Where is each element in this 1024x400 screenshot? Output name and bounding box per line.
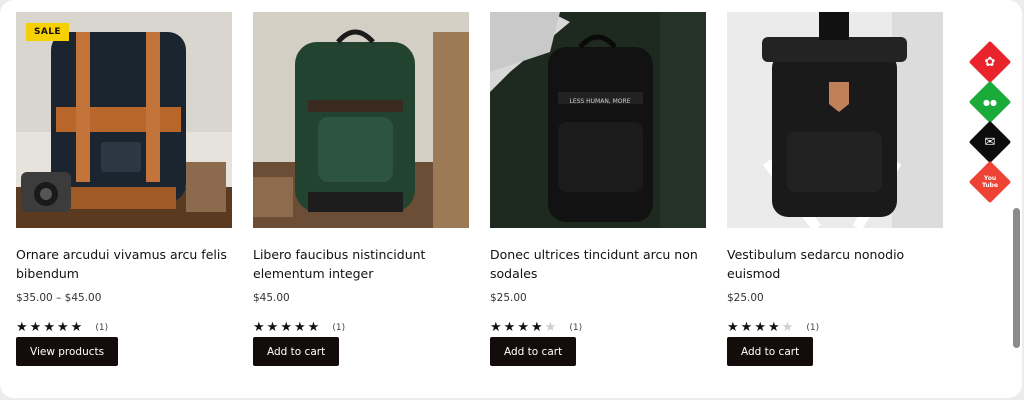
add-to-cart-button[interactable]: Add to cart (490, 337, 577, 366)
star-empty-icon: ★ (781, 320, 794, 335)
rating-count: (1) (332, 323, 346, 333)
star-icon: ★ (56, 320, 69, 335)
product-title[interactable]: Vestibulum sedarcu nonodio euismod (727, 245, 943, 283)
star-rating: ★ ★ ★ ★ ★ (1) (727, 316, 820, 335)
product-price: $35.00 – $45.00 (16, 292, 102, 304)
star-icon: ★ (503, 320, 516, 335)
view-products-button[interactable]: View products (16, 337, 119, 366)
product-card: LESS HUMAN, MORE Donec ultrices tincidun… (490, 12, 706, 366)
product-grid-panel: SALE Ornare arcudui vivamus arcu felis b… (0, 0, 1022, 398)
product-price: $25.00 (727, 292, 764, 304)
star-icon: ★ (307, 320, 320, 335)
star-icon: ★ (43, 320, 55, 335)
star-empty-icon: ★ (544, 320, 557, 335)
backpack-photo (727, 12, 943, 228)
star-icon: ★ (266, 320, 279, 335)
add-to-cart-button[interactable]: Add to cart (727, 337, 814, 366)
product-price: $25.00 (490, 292, 527, 304)
product-image[interactable]: SALE (16, 12, 232, 228)
settings-share-button[interactable]: ✿ (968, 40, 1012, 84)
product-image[interactable] (253, 12, 469, 228)
product-image[interactable] (727, 12, 943, 228)
rating-count: (1) (806, 323, 820, 333)
backpack-photo (253, 12, 469, 228)
star-rating: ★ ★ ★ ★ ★ (1) (253, 316, 346, 335)
product-card: SALE Ornare arcudui vivamus arcu felis b… (16, 12, 232, 366)
star-icon: ★ (70, 320, 83, 335)
scrollbar-thumb[interactable] (1013, 208, 1020, 348)
sale-badge: SALE (26, 23, 69, 41)
star-icon: ★ (490, 320, 502, 335)
email-icon: ✉ (984, 134, 996, 150)
star-icon: ★ (517, 320, 529, 335)
backpack-photo (16, 12, 232, 228)
rating-count: (1) (569, 323, 583, 333)
star-icon: ★ (29, 320, 42, 335)
star-rating: ★ ★ ★ ★ ★ (1) (490, 316, 583, 335)
wechat-share-button[interactable]: ●● (968, 80, 1012, 124)
rating-count: (1) (95, 323, 109, 333)
backpack-photo: LESS HUMAN, MORE (490, 12, 706, 228)
wechat-icon: ●● (983, 97, 997, 107)
star-icon: ★ (253, 320, 265, 335)
product-card: Libero faucibus nistincidunt elementum i… (253, 12, 469, 366)
product-card: Vestibulum sedarcu nonodio euismod $25.0… (727, 12, 943, 366)
product-image[interactable]: LESS HUMAN, MORE (490, 12, 706, 228)
star-icon: ★ (767, 320, 780, 335)
star-icon: ★ (293, 320, 306, 335)
star-icon: ★ (740, 320, 753, 335)
star-icon: ★ (727, 320, 739, 335)
youtube-icon: You Tube (981, 175, 999, 189)
star-icon: ★ (280, 320, 292, 335)
star-icon: ★ (754, 320, 766, 335)
product-title[interactable]: Libero faucibus nistincidunt elementum i… (253, 245, 469, 283)
star-rating: ★ ★ ★ ★ ★ (1) (16, 316, 109, 335)
product-price: $45.00 (253, 292, 290, 304)
settings-icon: ✿ (984, 54, 996, 70)
youtube-share-button[interactable]: You Tube (968, 160, 1012, 204)
product-title[interactable]: Donec ultrices tincidunt arcu non sodale… (490, 245, 706, 283)
star-icon: ★ (16, 320, 28, 335)
add-to-cart-button[interactable]: Add to cart (253, 337, 340, 366)
product-title[interactable]: Ornare arcudui vivamus arcu felis bibend… (16, 245, 232, 283)
backpack-print-text: LESS HUMAN, MORE (569, 98, 630, 105)
star-icon: ★ (530, 320, 543, 335)
email-share-button[interactable]: ✉ (968, 120, 1012, 164)
